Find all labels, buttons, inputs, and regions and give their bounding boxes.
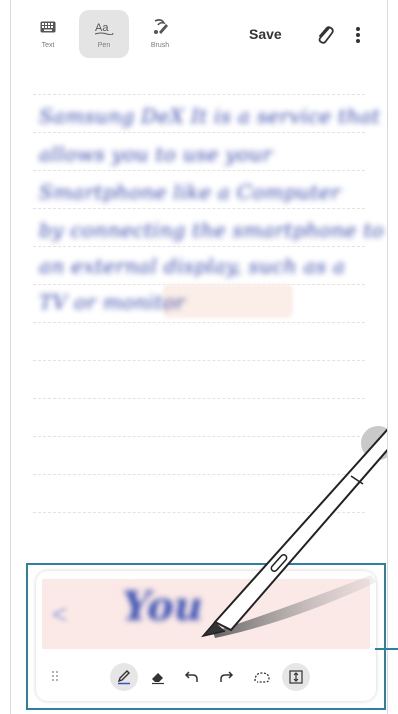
undo-icon	[184, 671, 198, 682]
ruled-line	[33, 360, 365, 361]
mode-text-label: Text	[41, 42, 55, 49]
mode-text-button[interactable]: Text	[23, 10, 73, 58]
undo-button[interactable]	[178, 663, 206, 691]
ruled-line	[33, 94, 365, 95]
mode-pen-button[interactable]: Aa Pen	[79, 10, 129, 58]
phone-screen: Text Aa Pen Brush Save Samsung DeX It is…	[10, 0, 388, 714]
insert-space-button[interactable]	[282, 663, 310, 691]
callout-line	[386, 648, 398, 650]
handwriting-line: by connecting the smartphone to	[39, 218, 385, 242]
keyboard-icon	[40, 16, 56, 38]
ruled-line	[33, 132, 365, 133]
insert-space-icon	[289, 670, 303, 684]
handwriting-line: TV or monitor	[39, 290, 185, 314]
ruled-line	[33, 398, 365, 399]
s-pen-stylus	[200, 428, 387, 638]
save-button[interactable]: Save	[249, 26, 282, 42]
input-arrow-mark: <	[52, 599, 68, 629]
mode-pen-label: Pen	[97, 42, 111, 49]
handwriting-line: allows you to use your	[39, 142, 273, 166]
pen-tool-button[interactable]	[110, 663, 138, 691]
ruled-line	[33, 208, 365, 209]
mode-brush-button[interactable]: Brush	[135, 10, 185, 58]
mode-brush-label: Brush	[150, 42, 170, 49]
pad-toolbar	[36, 653, 376, 697]
note-toolbar: Text Aa Pen Brush Save	[11, 0, 387, 64]
ruled-line	[33, 322, 365, 323]
eraser-icon	[152, 673, 164, 685]
eraser-tool-button[interactable]	[144, 663, 172, 691]
paperclip-icon[interactable]	[315, 24, 335, 46]
lasso-icon	[254, 672, 270, 683]
callout-line	[375, 648, 386, 650]
brush-icon	[151, 16, 169, 38]
lasso-tool-button[interactable]	[248, 663, 276, 691]
svg-text:Aa: Aa	[95, 22, 109, 34]
redo-button[interactable]	[212, 663, 240, 691]
more-vertical-icon[interactable]	[351, 24, 365, 46]
pen-text-icon: Aa	[93, 16, 115, 38]
ruled-line	[33, 246, 365, 247]
redo-icon	[220, 671, 234, 682]
drag-handle-icon[interactable]	[50, 669, 60, 683]
handwriting-line: an external display, such as a	[39, 254, 346, 278]
pen-icon	[117, 670, 130, 685]
handwriting-line: Smartphone like a Computer	[39, 180, 341, 204]
ruled-line	[33, 170, 365, 171]
handwriting-line: Samsung DeX It is a service that	[39, 104, 381, 128]
